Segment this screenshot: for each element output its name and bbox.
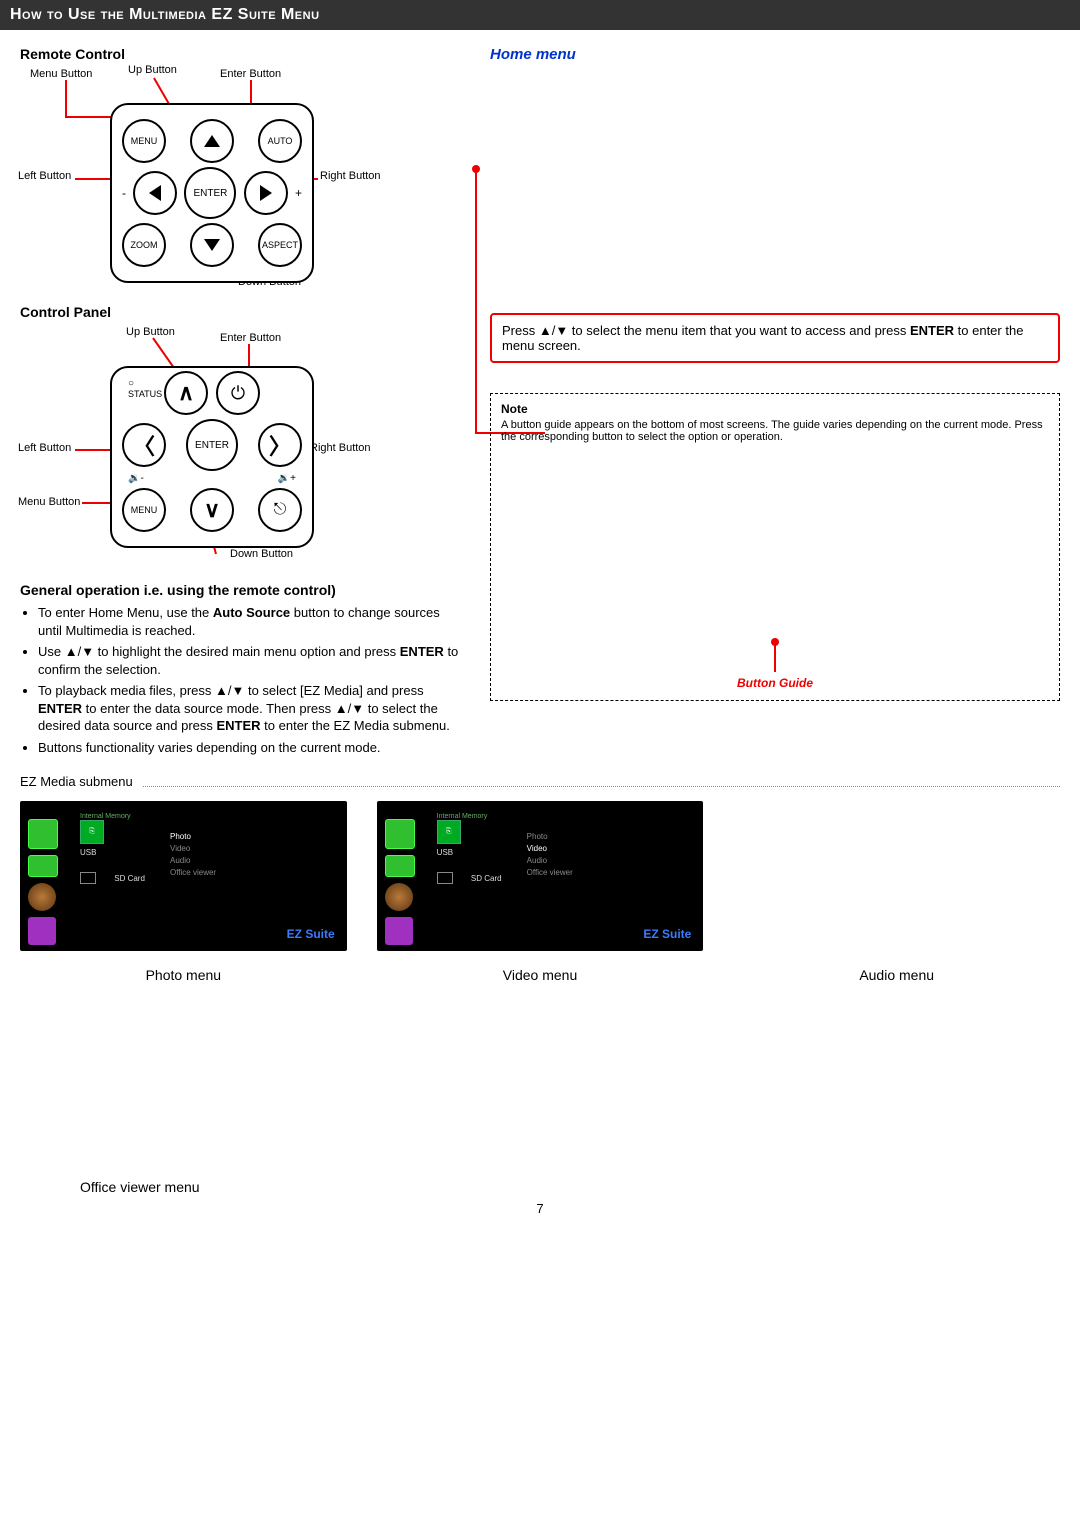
page-number: 7	[20, 1201, 1060, 1216]
usb-tile: ⎘	[80, 820, 104, 844]
panel-diagram: ○STATUS ∧ ⏻ 〈 ENTER 〉 🔉-🔉+ MENU ∨ ⎋	[110, 366, 314, 548]
panel-source-button: ⎋	[258, 488, 302, 532]
gen-op-item-2: Use ▲/▼ to highlight the desired main me…	[38, 643, 460, 678]
sidebar-icon-2	[385, 855, 415, 877]
thumb-audio: Audio menu	[733, 801, 1060, 983]
tip-box: Press ▲/▼ to select the menu item that y…	[490, 313, 1060, 363]
remote-up-button	[190, 119, 234, 163]
note-box: Note A button guide appears on the botto…	[490, 393, 1060, 701]
label-right-button: Right Button	[320, 170, 381, 182]
sidebar-icon-3	[385, 883, 413, 911]
vol-down-icon: 🔉-	[128, 473, 144, 484]
panel-label-down: Down Button	[230, 548, 293, 560]
home-menu-heading: Home menu	[490, 46, 1060, 63]
red-leader-line	[475, 170, 477, 434]
panel-enter-button: ENTER	[186, 419, 238, 471]
vol-up-icon: 🔉+	[278, 473, 296, 484]
ez-media-submenu-label: EZ Media submenu	[20, 774, 133, 789]
sidebar-icon-4	[28, 917, 56, 945]
caption-audio: Audio menu	[733, 967, 1060, 983]
label-menu-button: Menu Button	[30, 68, 92, 80]
panel-status: STATUS	[128, 389, 162, 399]
remote-aspect-button: ASPECT	[258, 223, 302, 267]
gen-op-item-3: To playback media files, press ▲/▼ to se…	[38, 682, 460, 735]
submenu-label-row: EZ Media submenu	[20, 774, 1060, 789]
panel-menu-button: MENU	[122, 488, 166, 532]
page-header-bar: How to Use the Multimedia EZ Suite Menu	[0, 0, 1080, 30]
sidebar-icon-3	[28, 883, 56, 911]
gen-op-item-4: Buttons functionality varies depending o…	[38, 739, 460, 757]
button-guide-label: Button Guide	[737, 676, 813, 690]
remote-zoom-button: ZOOM	[122, 223, 166, 267]
thumb-photo: Internal Memory ⎘ USB SD Card Photo Vide…	[20, 801, 347, 983]
remote-control-heading: Remote Control	[20, 46, 460, 62]
right-column: Home menu Press ▲/▼ to select the menu i…	[490, 40, 1060, 762]
sidebar-icon-media	[28, 819, 58, 849]
note-body: A button guide appears on the bottom of …	[501, 419, 1049, 443]
sidebar-icon-4	[385, 917, 413, 945]
panel-right-button: 〉	[258, 423, 302, 467]
panel-label-left: Left Button	[18, 442, 71, 454]
label-left-button: Left Button	[18, 170, 71, 182]
panel-power-button: ⏻	[216, 371, 260, 415]
remote-enter-button: ENTER	[184, 167, 236, 219]
remote-right-button	[244, 171, 288, 215]
remote-auto-button: AUTO	[258, 119, 302, 163]
panel-label-up: Up Button	[126, 326, 175, 338]
panel-label-right: Right Button	[310, 442, 371, 454]
panel-label-enter: Enter Button	[220, 332, 281, 344]
thumb-video: Internal Memory ⎘ USB SD Card Photo Vide…	[377, 801, 704, 983]
caption-office: Office viewer menu	[80, 1179, 367, 1195]
panel-up-button: ∧	[164, 371, 208, 415]
thumbnails-row: Internal Memory ⎘ USB SD Card Photo Vide…	[20, 801, 1060, 983]
left-column: Remote Control Menu Button Up Button Ent…	[20, 40, 460, 762]
brand-label: EZ Suite	[287, 927, 335, 941]
general-operation-list: To enter Home Menu, use the Auto Source …	[20, 604, 460, 756]
remote-menu-button: MENU	[122, 119, 166, 163]
sidebar-icon-2	[28, 855, 58, 877]
control-panel-heading: Control Panel	[20, 304, 460, 320]
remote-left-button	[133, 171, 177, 215]
sidebar-icon-media	[385, 819, 415, 849]
panel-label-menu: Menu Button	[18, 496, 80, 508]
caption-photo: Photo menu	[20, 967, 347, 983]
gen-op-item-1: To enter Home Menu, use the Auto Source …	[38, 604, 460, 639]
panel-left-button: 〈	[122, 423, 166, 467]
general-operation-heading: General operation i.e. using the remote …	[20, 582, 460, 598]
remote-down-button	[190, 223, 234, 267]
remote-diagram: MENU AUTO - ENTER + ZOOM ASPECT	[110, 103, 314, 283]
panel-down-button: ∨	[190, 488, 234, 532]
caption-video: Video menu	[377, 967, 704, 983]
label-up-button: Up Button	[128, 64, 177, 76]
note-title: Note	[501, 402, 1049, 416]
label-enter-button: Enter Button	[220, 68, 281, 80]
